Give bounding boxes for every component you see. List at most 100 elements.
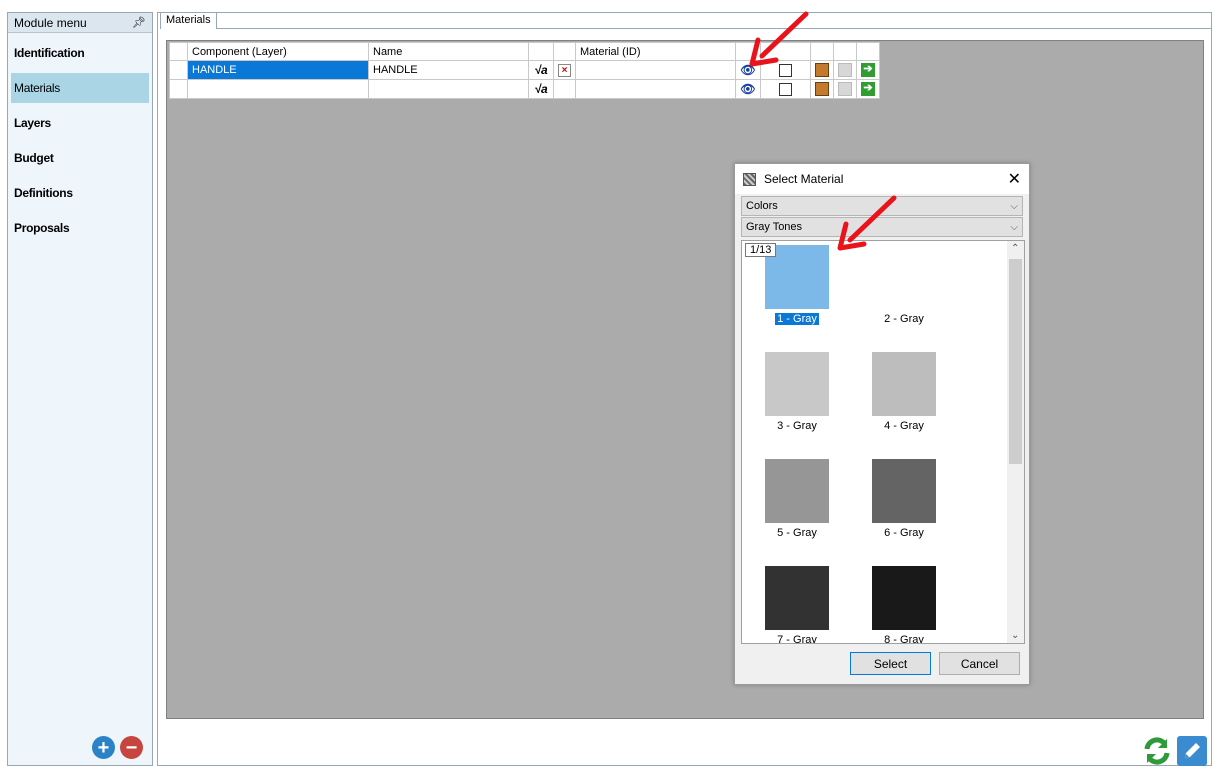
swatch-color[interactable] (872, 459, 936, 523)
refresh-icon[interactable] (1141, 735, 1173, 767)
remove-icon[interactable]: − (120, 736, 143, 759)
header-blank-7 (856, 42, 880, 61)
cell-name[interactable]: HANDLE (368, 60, 529, 80)
formula-icon[interactable]: √a (533, 62, 549, 78)
swatch-list: 1 - Gray 2 - Gray 3 - Gray 4 - Gray 5 - … (741, 240, 1025, 644)
delete-icon[interactable]: × (558, 63, 571, 77)
material-icon (743, 172, 756, 186)
chevron-down-icon[interactable]: ⌵ (1010, 201, 1018, 212)
swatch-label: 4 - Gray (884, 420, 924, 432)
cell-empty (553, 79, 576, 99)
edit-material-icon[interactable] (815, 82, 829, 96)
swatch-color[interactable] (765, 459, 829, 523)
disabled-icon (838, 82, 852, 96)
cell-delete[interactable]: × (553, 60, 576, 80)
tab-divider (216, 28, 1212, 29)
close-icon[interactable]: ✕ (1008, 169, 1021, 189)
cell-search[interactable]: 👁︎ (735, 79, 761, 99)
header-blank-1 (528, 42, 554, 61)
swatch-color[interactable] (765, 352, 829, 416)
bottom-actions (1141, 735, 1207, 767)
swatch-item[interactable]: 1 - Gray (765, 245, 829, 325)
swatch-label: 3 - Gray (777, 420, 817, 432)
chevron-down-icon[interactable]: ⌵ (1010, 222, 1018, 233)
category-select-value: Colors (746, 200, 778, 212)
annotation-arrow-icon (837, 195, 897, 251)
pin-icon[interactable]: 📌︎ (132, 16, 146, 29)
cell-go[interactable]: ➔ (856, 60, 880, 80)
header-material-id[interactable]: Material (ID) (575, 42, 736, 61)
cell-disabled (833, 79, 857, 99)
scroll-thumb[interactable] (1009, 259, 1022, 464)
swatch-color[interactable] (872, 352, 936, 416)
cell-material-id[interactable] (575, 60, 736, 80)
go-arrow-icon[interactable]: ➔ (861, 63, 875, 77)
header-component[interactable]: Component (Layer) (187, 42, 369, 61)
swatch-label: 7 - Gray (777, 634, 817, 644)
row-checkbox[interactable] (779, 82, 792, 96)
row-header-corner (169, 42, 188, 61)
tab-materials[interactable]: Materials (160, 12, 217, 29)
select-button[interactable]: Select (850, 652, 931, 675)
swatch-label: 6 - Gray (884, 527, 924, 539)
cell-edit[interactable] (810, 79, 834, 99)
swatch-item[interactable]: 3 - Gray (765, 352, 829, 432)
dialog-title: Select Material (764, 172, 844, 186)
edit-button[interactable] (1177, 736, 1207, 766)
swatch-color[interactable] (872, 245, 936, 309)
swatch-label: 8 - Gray (884, 634, 924, 644)
swatch-item[interactable]: 8 - Gray (872, 566, 936, 644)
table-row[interactable]: √a 👁︎ ➔ (169, 79, 880, 99)
swatch-item[interactable]: 2 - Gray (872, 245, 936, 325)
cell-formula[interactable]: √a (528, 79, 554, 99)
cell-name[interactable] (368, 79, 529, 99)
cell-go[interactable]: ➔ (856, 79, 880, 99)
cell-disabled (833, 60, 857, 80)
cell-edit[interactable] (810, 60, 834, 80)
scroll-up-icon[interactable]: ⌃ (1011, 243, 1019, 254)
cell-material-id[interactable] (575, 79, 736, 99)
menu-item-budget[interactable]: Budget (11, 143, 149, 173)
menu-item-materials[interactable]: Materials (11, 73, 149, 103)
edit-material-icon[interactable] (815, 63, 829, 77)
cell-formula[interactable]: √a (528, 60, 554, 80)
cell-component[interactable]: HANDLE (187, 60, 369, 80)
cell-component[interactable] (187, 79, 369, 99)
swatch-item[interactable]: 6 - Gray (872, 459, 936, 539)
module-footer: + − (92, 736, 143, 759)
subcategory-select-value: Gray Tones (746, 221, 803, 233)
row-header[interactable] (169, 79, 188, 99)
module-menu-title: Module menu (14, 15, 87, 30)
header-blank-5 (810, 42, 834, 61)
swatch-label: 2 - Gray (884, 313, 924, 325)
dialog-titlebar: Select Material ✕ (735, 164, 1029, 194)
pencil-icon (1185, 743, 1200, 758)
add-icon[interactable]: + (92, 736, 115, 759)
swatch-item[interactable]: 4 - Gray (872, 352, 936, 432)
swatch-item[interactable]: 5 - Gray (765, 459, 829, 539)
cell-checkbox[interactable] (760, 79, 811, 99)
disabled-icon (838, 63, 852, 77)
swatch-label: 1 - Gray (775, 313, 819, 325)
go-arrow-icon[interactable]: ➔ (861, 82, 875, 96)
menu-item-definitions[interactable]: Definitions (11, 178, 149, 208)
cancel-button[interactable]: Cancel (939, 652, 1020, 675)
scroll-down-icon[interactable]: ⌄ (1011, 630, 1019, 641)
menu-item-identification[interactable]: Identification (11, 38, 149, 68)
swatch-item[interactable]: 7 - Gray (765, 566, 829, 644)
binoculars-icon[interactable]: 👁︎ (740, 81, 756, 97)
swatch-label: 5 - Gray (777, 527, 817, 539)
header-name[interactable]: Name (368, 42, 529, 61)
header-blank-2 (553, 42, 576, 61)
page-indicator: 1/13 (745, 243, 777, 257)
header-blank-6 (833, 42, 857, 61)
vertical-scrollbar[interactable]: ⌃ ⌄ (1007, 241, 1024, 643)
swatch-color[interactable] (872, 566, 936, 630)
swatch-color[interactable] (765, 566, 829, 630)
grid-area (166, 40, 1204, 719)
row-header[interactable] (169, 60, 188, 80)
module-menu-panel: Module menu 📌︎ Identification Materials … (7, 12, 153, 766)
formula-icon[interactable]: √a (533, 81, 549, 97)
menu-item-proposals[interactable]: Proposals (11, 213, 149, 243)
menu-item-layers[interactable]: Layers (11, 108, 149, 138)
